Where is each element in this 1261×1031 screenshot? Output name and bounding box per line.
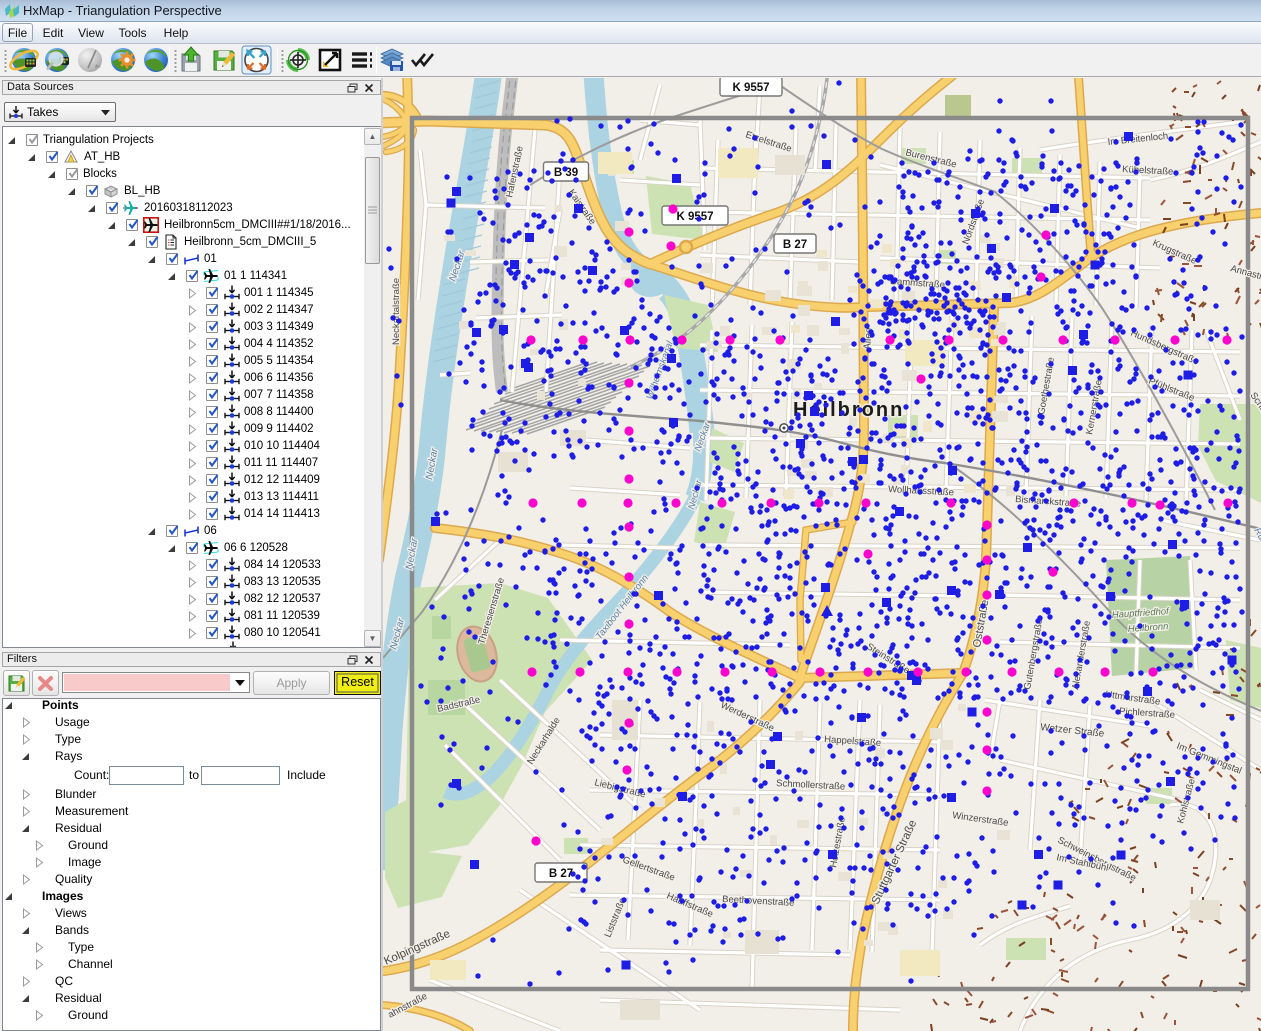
svg-text:K 9557: K 9557	[732, 82, 769, 94]
svg-text:Heilbronn: Heilbronn	[793, 399, 904, 421]
svg-text:Neckartalstraße: Neckartalstraße	[391, 278, 402, 345]
svg-text:B 27: B 27	[783, 239, 807, 251]
svg-text:B 27: B 27	[549, 868, 573, 880]
svg-text:K 9557: K 9557	[676, 211, 713, 223]
